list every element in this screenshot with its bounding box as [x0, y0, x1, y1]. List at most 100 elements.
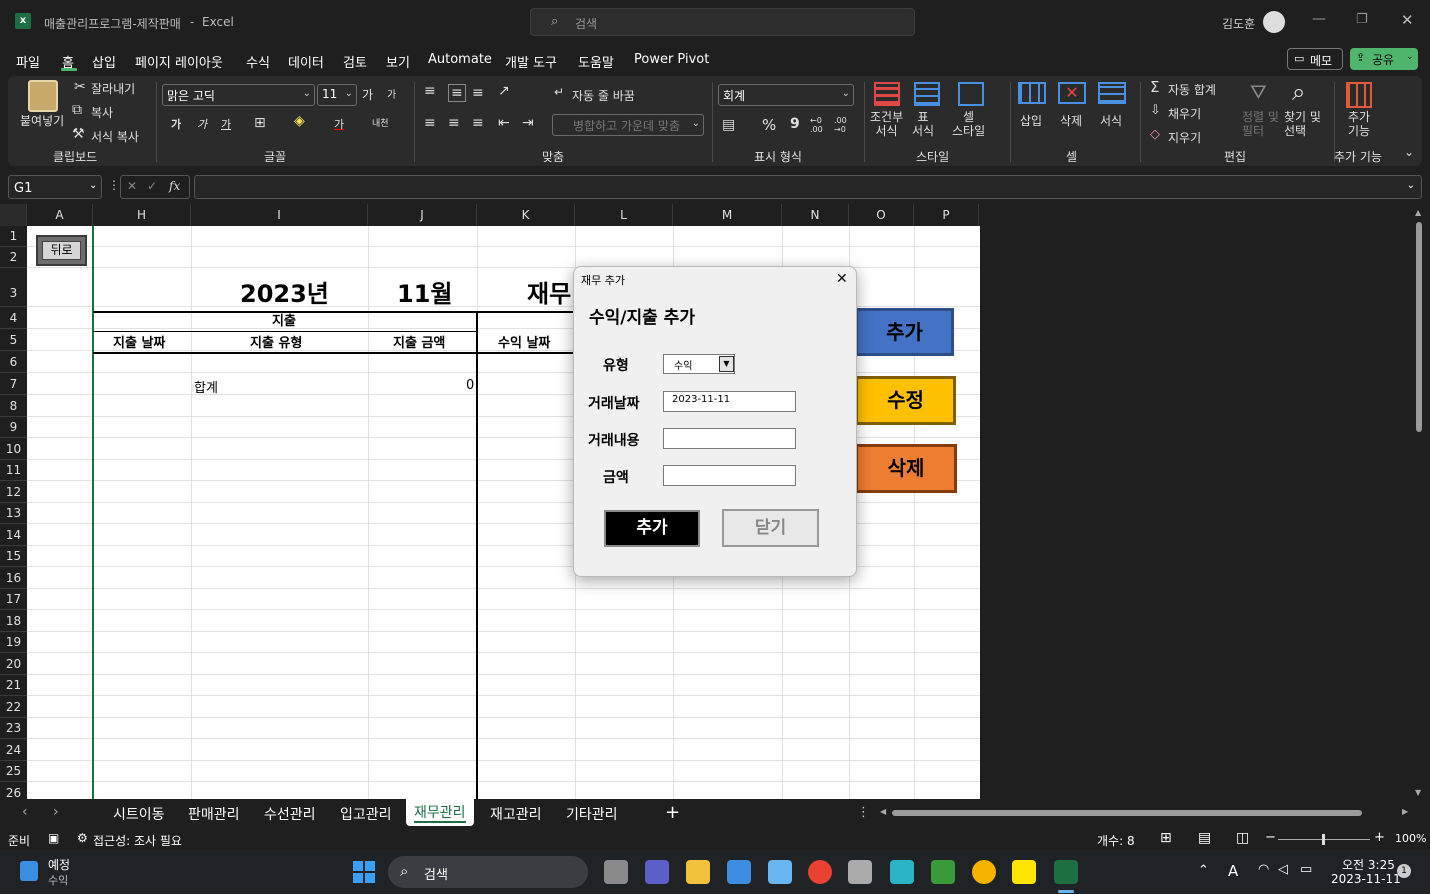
search-box[interactable]: ⌕ 검색 [530, 8, 915, 36]
menu-file[interactable]: 파일 [16, 52, 40, 71]
type-dropdown-button[interactable]: ▼ [719, 356, 734, 372]
volume-icon[interactable]: ◁ [1278, 862, 1288, 877]
row-header[interactable]: 23 [0, 718, 27, 739]
row-header[interactable]: 16 [0, 567, 27, 589]
scroll-right-icon[interactable]: ▶ [1402, 807, 1408, 816]
increase-indent-icon[interactable]: ⇥ [522, 116, 534, 130]
add-record-button[interactable]: 추가 [855, 308, 954, 356]
column-header[interactable]: P [914, 204, 979, 226]
excel-taskbar-icon[interactable] [1054, 860, 1078, 884]
underline-button[interactable]: 가 [221, 116, 231, 132]
zoom-in-icon[interactable]: + [1374, 830, 1385, 845]
column-header[interactable]: H [93, 204, 191, 226]
paste-label[interactable]: 붙여넣기 [20, 112, 64, 129]
row-header[interactable]: 25 [0, 761, 27, 782]
clock-time[interactable]: 오전 3:25 [1342, 856, 1395, 873]
dialog-close-button[interactable]: 닫기 [722, 509, 819, 547]
format-cells-label[interactable]: 서식 [1100, 112, 1122, 129]
page-break-icon[interactable]: ◫ [1236, 830, 1249, 846]
zoom-thumb[interactable] [1322, 834, 1325, 845]
wrap-text-label[interactable]: 자동 줄 바꿈 [572, 87, 635, 104]
amount-input[interactable] [663, 465, 796, 486]
weather-icon[interactable] [20, 861, 38, 881]
decrease-decimal-button[interactable]: .00 →0 [834, 116, 854, 134]
enter-icon[interactable]: ✓ [147, 179, 157, 193]
row-header[interactable]: 21 [0, 675, 27, 696]
row-header[interactable]: 19 [0, 632, 27, 653]
addins-label[interactable]: 추가 기능 [1348, 110, 1370, 138]
ime-icon[interactable]: A [1228, 862, 1238, 880]
row-header[interactable]: 4 [0, 307, 27, 329]
edit-record-button[interactable]: 수정 [855, 376, 956, 425]
close-icon[interactable]: ✕ [1401, 11, 1414, 29]
fill-label[interactable]: 채우기 [1168, 105, 1201, 122]
menu-power-pivot[interactable]: Power Pivot [634, 52, 709, 67]
align-center-icon[interactable]: ≡ [448, 116, 460, 130]
zoom-out-icon[interactable]: − [1265, 830, 1276, 845]
decrease-indent-icon[interactable]: ⇤ [498, 116, 510, 130]
chrome-icon[interactable] [972, 860, 996, 884]
copy-label[interactable]: 복사 [91, 104, 113, 121]
italic-button[interactable]: 가 [197, 116, 207, 132]
expand-formula-icon[interactable]: ⌄ [1407, 180, 1415, 191]
tab-finance-active[interactable]: 재무관리 [406, 799, 474, 826]
formula-input[interactable]: ⌄ [194, 175, 1422, 199]
date-input[interactable]: 2023-11-11 [663, 391, 796, 412]
scroll-up-icon[interactable]: ▲ [1415, 208, 1421, 217]
close-icon[interactable]: ✕ [836, 271, 848, 287]
name-box[interactable]: G1 ⌄ [8, 175, 102, 199]
column-header[interactable]: L [575, 204, 673, 226]
column-header[interactable]: A [27, 204, 93, 226]
share-button[interactable]: ⇪ 공유 ⌄ [1350, 48, 1418, 70]
vertical-scrollbar[interactable]: ▲ ▼ [1414, 208, 1424, 797]
wifi-icon[interactable]: ◠ [1258, 862, 1269, 877]
horizontal-scrollbar[interactable]: ◀ ▶ [880, 807, 1410, 818]
row-header[interactable]: 11 [0, 460, 27, 481]
tab-repair[interactable]: 수선관리 [264, 804, 316, 824]
find-select-label[interactable]: 찾기 및 선택 [1284, 110, 1321, 138]
store-icon[interactable] [727, 860, 751, 884]
tab-inventory[interactable]: 재고관리 [490, 804, 542, 824]
menu-developer[interactable]: 개발 도구 [505, 52, 557, 71]
font-name-select[interactable]: 맑은 고딕 ⌄ [162, 84, 315, 106]
format-table-label[interactable]: 표 서식 [912, 110, 934, 138]
menu-automate[interactable]: Automate [428, 52, 492, 67]
row-header[interactable]: 6 [0, 351, 27, 373]
clock-date[interactable]: 2023-11-11 [1331, 872, 1401, 886]
menu-review[interactable]: 검토 [343, 52, 367, 71]
magnifier-icon[interactable]: ⌕ [1292, 80, 1305, 104]
delete-cells-label[interactable]: 삭제 [1060, 112, 1082, 129]
addins-icon[interactable] [1346, 82, 1372, 108]
scroll-left-icon[interactable]: ◀ [880, 807, 886, 816]
conditional-format-label[interactable]: 조건부 서식 [870, 110, 903, 138]
increase-decimal-button[interactable]: ←0 .00 [810, 116, 830, 134]
tab-prev-icon[interactable]: ‹ [22, 804, 28, 820]
align-middle-icon[interactable]: ≡ [448, 84, 466, 102]
cancel-icon[interactable]: ✕ [127, 179, 137, 193]
cut-label[interactable]: 잘라내기 [91, 80, 135, 97]
row-header[interactable]: 13 [0, 503, 27, 524]
collapse-ribbon-icon[interactable]: ⌄ [1404, 146, 1414, 158]
tab-sheet-move[interactable]: 시트이동 [113, 804, 165, 824]
notification-badge[interactable]: 1 [1397, 864, 1411, 878]
row-header[interactable]: 22 [0, 696, 27, 718]
row-header[interactable]: 1 [0, 226, 27, 247]
column-header[interactable]: O [849, 204, 914, 226]
row-header[interactable]: 24 [0, 739, 27, 761]
delete-record-button[interactable]: 삭제 [855, 444, 957, 493]
menu-insert[interactable]: 삽입 [92, 52, 116, 71]
windows-start-icon[interactable] [353, 861, 375, 883]
tab-other[interactable]: 기타관리 [566, 804, 618, 824]
description-input[interactable] [663, 428, 796, 449]
tab-sales[interactable]: 판매관리 [188, 804, 240, 824]
chrome-icon[interactable] [808, 860, 832, 884]
avatar[interactable] [1263, 11, 1285, 33]
page-layout-icon[interactable]: ▤ [1198, 830, 1211, 846]
notepad-icon[interactable] [768, 860, 792, 884]
cell-styles-label[interactable]: 셀 스타일 [952, 110, 985, 138]
number-format-select[interactable]: 회계 ⌄ [718, 84, 854, 106]
row-header[interactable]: 18 [0, 610, 27, 632]
menu-view[interactable]: 보기 [386, 52, 410, 71]
accessibility-status[interactable]: 접근성: 조사 필요 [93, 832, 182, 849]
row-header[interactable]: 5 [0, 329, 27, 351]
